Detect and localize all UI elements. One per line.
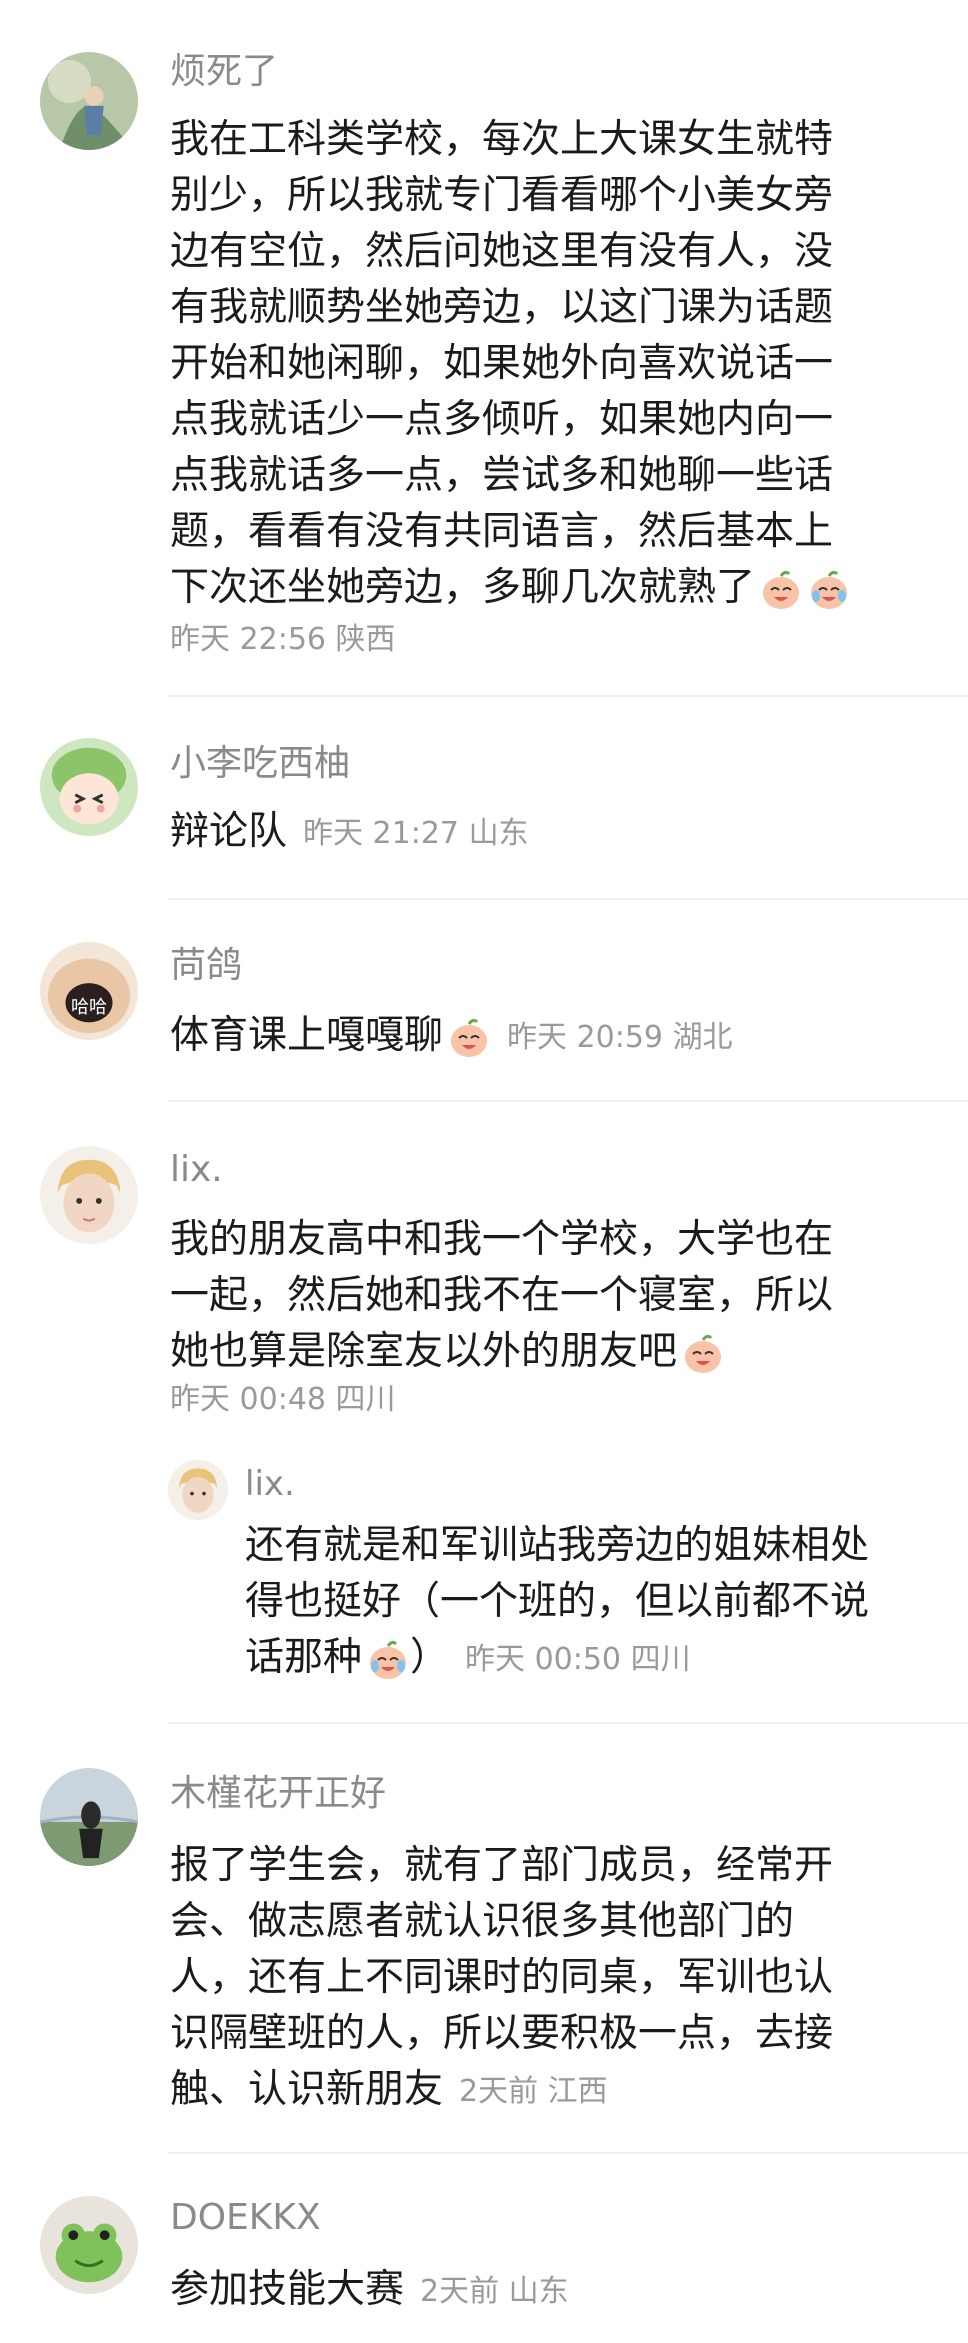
comment-location: 湖北 (672, 1019, 733, 1055)
avatar[interactable] (40, 1768, 138, 1866)
divider (168, 898, 968, 900)
avatar[interactable] (40, 2196, 138, 2294)
comment-location: 江西 (547, 2073, 608, 2109)
comment-meta: 昨天 00:48 四川 (170, 1380, 396, 1420)
avatar-photo-icon (168, 1460, 228, 1520)
comment-location: 四川 (335, 1382, 396, 1417)
comment-meta: 昨天 21:27 山东 (303, 816, 529, 851)
comment-time: 昨天 20:59 (507, 1019, 664, 1055)
username[interactable]: 烦死了 (170, 50, 278, 94)
reply-line-suffix: ） (410, 1635, 450, 1680)
comment-line-text: 下次还坐她旁边，多聊几次就熟了 (170, 565, 756, 610)
comment-line: 题，看看有没有共同语言，然后基本上 (170, 509, 834, 554)
comment-line-text: 她也算是除室友以外的朋友吧 (170, 1329, 678, 1374)
peach-laugh-emoji-icon (759, 568, 803, 612)
reply-username[interactable]: lix. (245, 1462, 295, 1506)
divider (168, 1100, 968, 1102)
divider (168, 2152, 968, 2154)
comment-text: 我在工科类学校，每次上大课女生就特 别少，所以我就专门看看哪个小美女旁 边有空位… (170, 112, 851, 616)
reply-location: 四川 (630, 1641, 691, 1677)
username[interactable]: DOEKKX (170, 2196, 321, 2240)
avatar-face-icon (40, 942, 138, 1040)
comment-line: 报了学生会，就有了部门成员，经常开 (170, 1843, 834, 1888)
reply-line: 还有就是和军训站我旁边的姐妹相处 (245, 1523, 870, 1568)
comment-line: 别少，所以我就专门看看哪个小美女旁 (170, 173, 834, 218)
comment-line: 有我就顺势坐她旁边，以这门课为话题 (170, 285, 834, 330)
avatar-photo-icon (40, 1146, 138, 1244)
comment-location: 陕西 (335, 622, 396, 657)
peach-laugh-emoji-icon (447, 1016, 491, 1060)
reply-text: 还有就是和军训站我旁边的姐妹相处 得也挺好（一个班的，但以前都不说 话那种 ） 昨天… (245, 1518, 869, 1686)
avatar-frog-icon (40, 2196, 138, 2294)
comment-line: 人，还有上不同课时的同桌，军训也认 (170, 1955, 834, 2000)
comment-line-last: 触、认识新朋友 2天前 江西 (170, 2062, 833, 2118)
avatar[interactable] (40, 1146, 138, 1244)
comment-meta: 2天前 山东 (420, 2274, 569, 2309)
comment-text: 辩论队 昨天 21:27 山东 (170, 804, 529, 862)
avatar-illustration-icon (40, 52, 138, 150)
comment-line-last: 下次还坐她旁边，多聊几次就熟了 (170, 560, 851, 616)
comment-line: 体育课上嘎嘎聊 (170, 1013, 444, 1058)
avatar[interactable] (40, 942, 138, 1040)
comment-time: 昨天 22:56 (170, 622, 326, 657)
avatar[interactable] (40, 738, 138, 836)
comment-line: 参加技能大赛 (170, 2267, 405, 2312)
comment-time: 昨天 00:48 (170, 1382, 326, 1417)
reply-line-text: 话那种 (245, 1635, 363, 1680)
comment-line: 识隔壁班的人，所以要积极一点，去接 (170, 2011, 834, 2056)
comment-meta: 昨天 22:56 陕西 (170, 620, 396, 660)
reply-line: 得也挺好（一个班的，但以前都不说 (245, 1579, 870, 1624)
username[interactable]: 木槿花开正好 (170, 1772, 386, 1816)
comment-line: 我在工科类学校，每次上大课女生就特 (170, 117, 834, 162)
divider (168, 695, 968, 697)
username[interactable]: 小李吃西柚 (170, 742, 350, 786)
comment-text: 参加技能大赛 2天前 山东 (170, 2262, 569, 2320)
avatar-cartoon-icon (40, 738, 138, 836)
comment-text: 体育课上嘎嘎聊 昨天 20:59 湖北 (170, 1008, 733, 1066)
comment-location: 山东 (508, 2273, 569, 2309)
comment-line: 点我就话少一点多倾听，如果她内向一 (170, 397, 834, 442)
avatar-landscape-icon (40, 1768, 138, 1866)
reply-meta: 昨天 00:50 四川 (465, 1642, 691, 1677)
comment-meta: 2天前 江西 (459, 2074, 608, 2109)
comment-line: 一起，然后她和我不在一个寝室，所以 (170, 1273, 834, 1318)
comment-line-last: 她也算是除室友以外的朋友吧 (170, 1324, 833, 1380)
reply-time: 昨天 00:50 (465, 1641, 622, 1677)
divider (168, 1722, 968, 1724)
comment-text: 我的朋友高中和我一个学校，大学也在 一起，然后她和我不在一个寝室，所以 她也算是… (170, 1212, 833, 1380)
peach-cry-laugh-emoji-icon (366, 1638, 410, 1682)
comment-time: 昨天 21:27 (303, 815, 460, 851)
comment-time: 2天前 (459, 2073, 539, 2109)
avatar-caption: 哈哈 (71, 997, 107, 1018)
reply-avatar[interactable] (168, 1460, 228, 1520)
comment-location: 山东 (468, 815, 529, 851)
comment-line: 我的朋友高中和我一个学校，大学也在 (170, 1217, 834, 1262)
comment-line: 会、做志愿者就认识很多其他部门的 (170, 1899, 795, 1944)
avatar[interactable] (40, 52, 138, 150)
comment-line: 辩论队 (170, 809, 288, 854)
comment-line: 开始和她闲聊，如果她外向喜欢说话一 (170, 341, 834, 386)
comment-line: 点我就话多一点，尝试多和她聊一些话 (170, 453, 834, 498)
comment-line-text: 触、认识新朋友 (170, 2067, 444, 2112)
comment-meta: 昨天 20:59 湖北 (507, 1020, 733, 1055)
username[interactable]: lix. (170, 1148, 223, 1192)
peach-cry-laugh-emoji-icon (807, 568, 851, 612)
reply-line-last: 话那种 ） 昨天 00:50 四川 (245, 1630, 869, 1686)
comment-text: 报了学生会，就有了部门成员，经常开 会、做志愿者就认识很多其他部门的 人，还有上… (170, 1838, 833, 2118)
comment-time: 2天前 (420, 2273, 500, 2309)
comment-line: 边有空位，然后问她这里有没有人，没 (170, 229, 834, 274)
username[interactable]: 苘鸽 (170, 944, 242, 988)
peach-laugh-emoji-icon (681, 1332, 725, 1376)
